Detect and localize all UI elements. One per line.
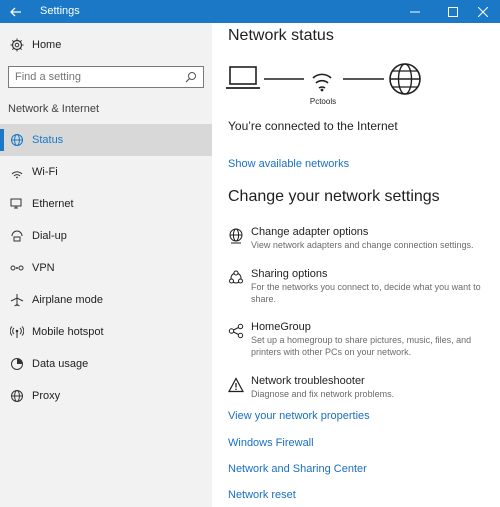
- close-button[interactable]: [466, 0, 500, 23]
- active-indicator: [0, 129, 4, 151]
- maximize-button[interactable]: [436, 0, 470, 23]
- sidebar-item-status[interactable]: Status: [0, 124, 212, 156]
- option-description: Diagnose and fix network problems.: [251, 389, 395, 399]
- adapter-icon: [229, 228, 243, 244]
- back-button[interactable]: [0, 0, 32, 23]
- sidebar-item-vpn[interactable]: VPN: [0, 252, 212, 284]
- option-title: HomeGroup: [251, 321, 311, 333]
- minimize-icon: [410, 11, 420, 12]
- search-input[interactable]: [15, 70, 175, 84]
- sidebar-item-label: Mobile hotspot: [32, 326, 104, 338]
- option-title: Sharing options: [251, 268, 328, 280]
- hotspot-icon: [10, 326, 24, 338]
- connection-status-text: You’re connected to the Internet: [228, 119, 398, 133]
- network-reset-link[interactable]: Network reset: [228, 489, 296, 501]
- internet-globe-icon: [389, 63, 421, 95]
- network-status-heading: Network status: [228, 27, 334, 44]
- sidebar-item-label: Wi-Fi: [32, 166, 58, 178]
- maximize-icon: [448, 6, 458, 17]
- data-usage-icon: [11, 358, 23, 370]
- sidebar-home[interactable]: Home: [0, 36, 212, 56]
- sidebar-item-label: Data usage: [32, 358, 89, 370]
- vpn-icon: [10, 265, 24, 271]
- wifi-icon: [11, 171, 23, 179]
- back-arrow-icon: [10, 7, 21, 16]
- main-panel: Network status Pctools You’re connected …: [212, 23, 500, 507]
- sidebar-item-label: Ethernet: [32, 198, 74, 210]
- option-description: View network adapters and change connect…: [251, 240, 474, 250]
- wifi-network-icon: [312, 73, 332, 92]
- ethernet-icon: [10, 198, 22, 209]
- sidebar-item-ethernet[interactable]: Ethernet: [0, 188, 212, 220]
- globe-icon: [11, 390, 23, 402]
- gear-icon: [10, 38, 24, 52]
- airplane-icon: [10, 294, 24, 307]
- search-icon[interactable]: [185, 71, 197, 83]
- window-title: Settings: [40, 5, 80, 17]
- search-box[interactable]: [8, 66, 204, 88]
- dialup-icon: [11, 230, 23, 242]
- network-diagram: Pctools: [226, 63, 421, 106]
- option-title: Change adapter options: [251, 226, 369, 238]
- sidebar-item-wifi[interactable]: Wi-Fi: [0, 156, 212, 188]
- minimize-button[interactable]: [398, 0, 432, 23]
- sidebar-item-airplane-mode[interactable]: Airplane mode: [0, 284, 212, 316]
- sidebar-item-label: Dial-up: [32, 230, 67, 242]
- view-network-properties-link[interactable]: View your network properties: [228, 410, 370, 422]
- windows-firewall-link[interactable]: Windows Firewall: [228, 437, 314, 449]
- show-available-networks-link[interactable]: Show available networks: [228, 158, 349, 170]
- sidebar-item-dialup[interactable]: Dial-up: [0, 220, 212, 252]
- title-bar: Settings: [0, 0, 500, 23]
- sidebar: Home Network & Internet Status Wi-Fi Eth…: [0, 23, 212, 507]
- sidebar-item-label: Proxy: [32, 390, 61, 402]
- globe-status-icon: [11, 134, 23, 146]
- change-settings-heading: Change your network settings: [228, 188, 440, 205]
- section-label: Network & Internet: [8, 103, 100, 115]
- sidebar-item-data-usage[interactable]: Data usage: [0, 348, 212, 380]
- warning-icon: [228, 377, 244, 393]
- sidebar-item-label: Status: [32, 134, 64, 146]
- option-title: Network troubleshooter: [251, 375, 365, 387]
- homegroup-icon: [228, 323, 244, 339]
- option-description: Set up a homegroup to share pictures, mu…: [251, 335, 472, 357]
- home-label: Home: [32, 39, 62, 51]
- network-name-label: Pctools: [310, 97, 336, 106]
- sidebar-item-label: Airplane mode: [32, 294, 103, 306]
- sharing-icon: [229, 270, 243, 284]
- close-icon: [478, 6, 488, 17]
- option-description: For the networks you connect to, decide …: [251, 282, 481, 304]
- sidebar-item-label: VPN: [32, 262, 55, 274]
- network-sharing-center-link[interactable]: Network and Sharing Center: [228, 463, 367, 475]
- sidebar-item-proxy[interactable]: Proxy: [0, 380, 212, 412]
- laptop-icon: [226, 66, 260, 89]
- sidebar-item-mobile-hotspot[interactable]: Mobile hotspot: [0, 316, 212, 348]
